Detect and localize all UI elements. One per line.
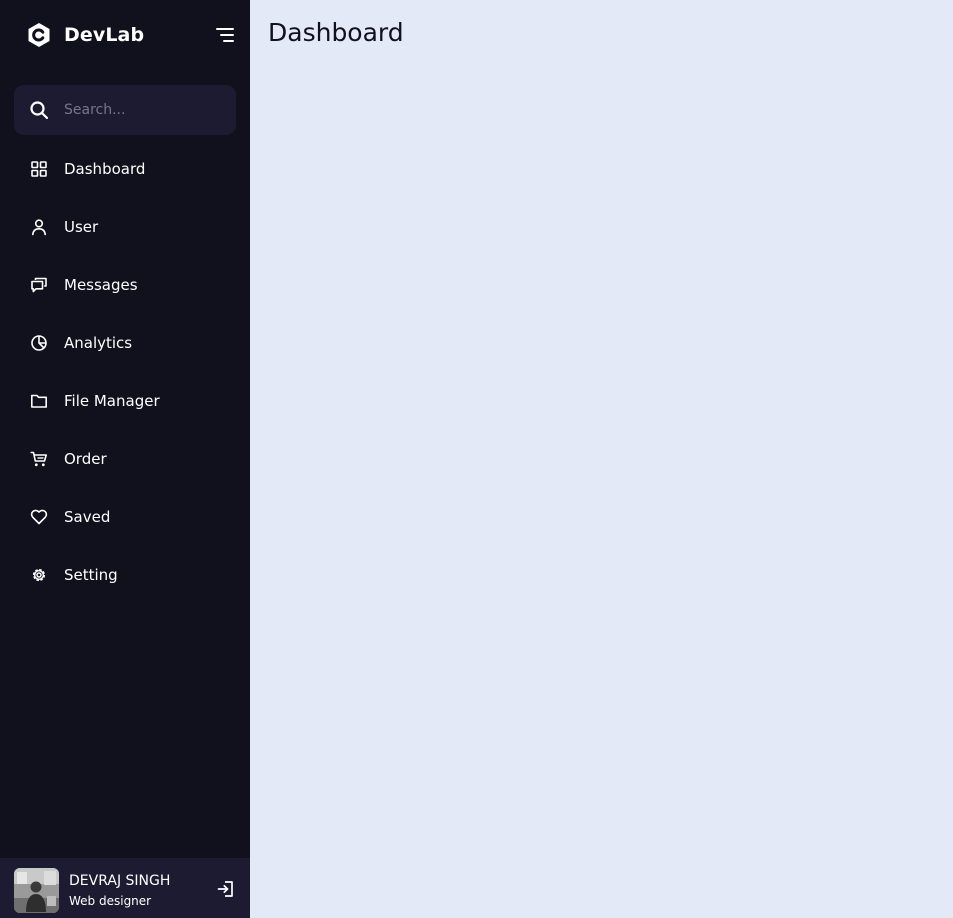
folder-icon bbox=[14, 372, 64, 430]
heart-icon bbox=[14, 488, 64, 546]
sidebar-item-analytics[interactable]: Analytics bbox=[14, 314, 236, 372]
sidebar-item-messages[interactable]: Messages bbox=[14, 256, 236, 314]
sidebar-item-file-manager[interactable]: File Manager bbox=[14, 372, 236, 430]
sidebar-item-dashboard[interactable]: Dashboard bbox=[14, 140, 236, 198]
pie-chart-icon bbox=[14, 314, 64, 372]
sidebar-item-label: File Manager bbox=[64, 392, 160, 410]
sidebar-item-order[interactable]: Order bbox=[14, 430, 236, 488]
sidebar-item-saved[interactable]: Saved bbox=[14, 488, 236, 546]
grid-icon bbox=[14, 140, 64, 198]
sidebar-item-label: Messages bbox=[64, 276, 138, 294]
sidebar-item-user[interactable]: User bbox=[14, 198, 236, 256]
sidebar: DevLab Search... Dashboard User Messages… bbox=[0, 0, 250, 918]
sidebar-item-label: Analytics bbox=[64, 334, 133, 352]
logout-icon[interactable] bbox=[216, 879, 236, 899]
avatar[interactable] bbox=[14, 868, 59, 913]
search-input[interactable] bbox=[64, 85, 224, 135]
sidebar-item-setting[interactable]: Setting bbox=[14, 546, 236, 604]
nav-list: Dashboard User Messages Analytics File M… bbox=[14, 140, 236, 604]
app-window: DevLab Search... Dashboard User Messages… bbox=[0, 0, 953, 918]
sidebar-item-label: Order bbox=[64, 450, 107, 468]
sidebar-item-label: User bbox=[64, 218, 99, 236]
sidebar-item-label: Setting bbox=[64, 566, 118, 584]
hexagon-c-logo-icon bbox=[28, 23, 50, 47]
search-icon bbox=[30, 101, 49, 120]
sidebar-item-label: Dashboard bbox=[64, 160, 146, 178]
brand-name: DevLab bbox=[64, 24, 145, 46]
search-box[interactable] bbox=[14, 85, 236, 135]
cart-icon bbox=[14, 430, 64, 488]
user-icon bbox=[14, 198, 64, 256]
chat-icon bbox=[14, 256, 64, 314]
sidebar-item-label: Saved bbox=[64, 508, 111, 526]
main-content: Dashboard bbox=[250, 0, 953, 918]
profile-name: DEVRAJ SINGH bbox=[69, 873, 171, 889]
brand[interactable]: DevLab bbox=[27, 22, 144, 48]
profile-section: DEVRAJ SINGH Web designer bbox=[0, 858, 250, 918]
page-title: Dashboard bbox=[268, 18, 404, 47]
gear-icon bbox=[14, 546, 64, 604]
menu-lines-icon[interactable] bbox=[214, 25, 236, 45]
profile-job: Web designer bbox=[69, 894, 152, 908]
